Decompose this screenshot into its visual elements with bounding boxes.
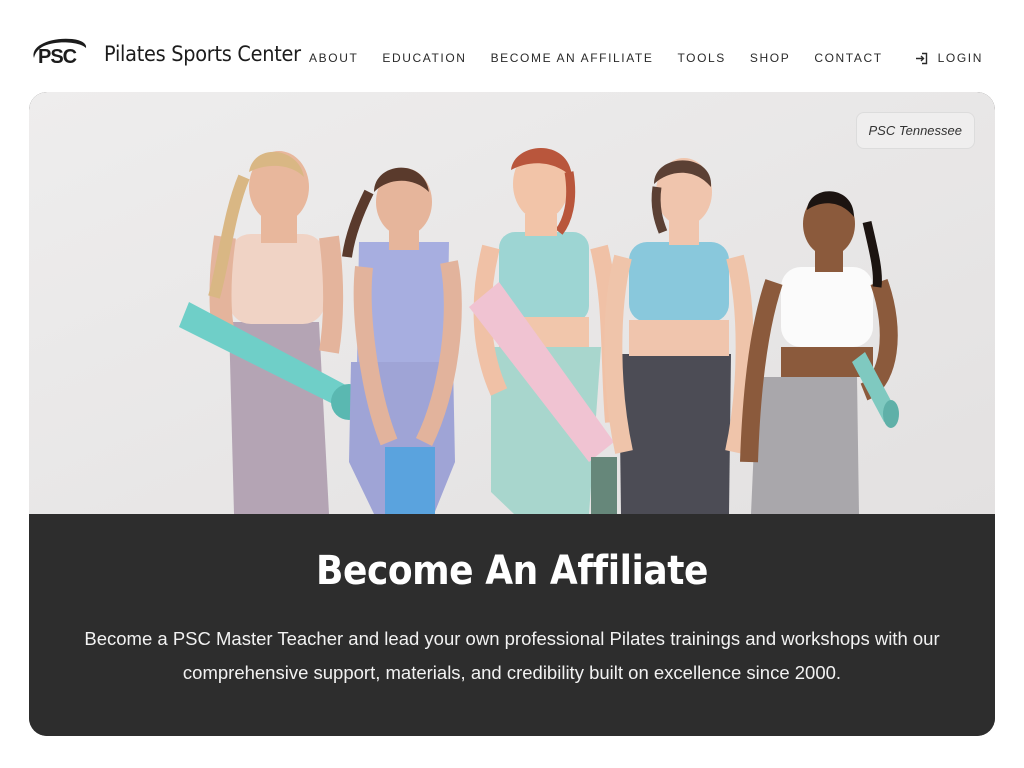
login-label: LOGIN <box>937 51 983 65</box>
nav-shop[interactable]: SHOP <box>750 51 790 65</box>
hero-description: Become a PSC Master Teacher and lead you… <box>84 628 940 683</box>
location-badge[interactable]: PSC Tennessee <box>855 112 975 149</box>
nav-become-affiliate[interactable]: BECOME AN AFFILIATE <box>491 51 654 65</box>
hero-photo <box>29 92 995 514</box>
site-header: PSC Pilates Sports Center ABOUT EDUCATIO… <box>0 0 1024 92</box>
psc-logo-icon: PSC <box>28 36 88 72</box>
login-button[interactable]: LOGIN <box>915 51 983 65</box>
hero-card: PSC Tennessee Become An Affiliate Become… <box>29 92 995 736</box>
nav-about[interactable]: ABOUT <box>309 51 358 65</box>
page-title: Become An Affiliate <box>315 548 708 594</box>
main-nav: ABOUT EDUCATION BECOME AN AFFILIATE TOOL… <box>309 51 983 65</box>
logo-link[interactable]: PSC Pilates Sports Center <box>28 36 318 72</box>
hero-text-panel: Become An Affiliate Become a PSC Master … <box>29 514 995 736</box>
brand-name: Pilates Sports Center <box>104 42 301 66</box>
nav-education[interactable]: EDUCATION <box>382 51 466 65</box>
logo-letters: PSC <box>38 46 77 68</box>
nav-tools[interactable]: TOOLS <box>677 51 725 65</box>
login-icon <box>915 52 927 64</box>
nav-contact[interactable]: CONTACT <box>814 51 882 65</box>
